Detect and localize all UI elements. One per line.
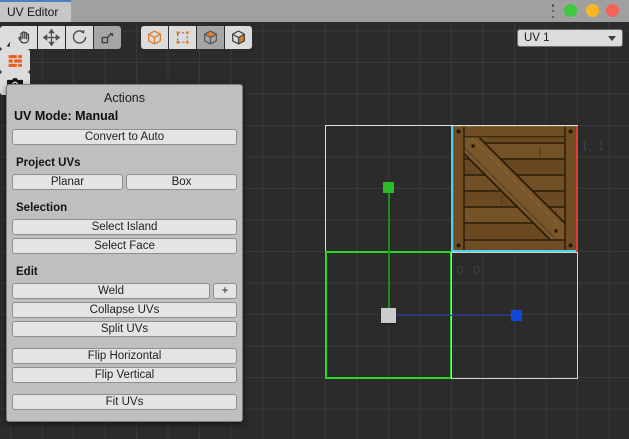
window-title: UV Editor — [7, 5, 58, 19]
element-mode-button[interactable] — [225, 26, 252, 49]
planar-button[interactable]: Planar — [12, 174, 123, 190]
gizmo-center-handle[interactable] — [381, 308, 396, 323]
wireframe-cube-icon — [145, 28, 164, 47]
split-uvs-button[interactable]: Split UVs — [12, 321, 237, 337]
bricks-icon — [5, 51, 25, 71]
kebab-menu-icon[interactable] — [549, 3, 557, 19]
nav-tool-group — [10, 26, 121, 49]
cube-side-face-icon — [229, 28, 248, 47]
move-tool-button[interactable] — [38, 26, 65, 49]
weld-options-button[interactable]: + — [213, 283, 237, 299]
flip-horizontal-button[interactable]: Flip Horizontal — [12, 348, 237, 364]
selection-label: Selection — [16, 202, 237, 214]
fit-uvs-button[interactable]: Fit UVs — [12, 394, 237, 410]
select-island-button[interactable]: Select Island — [12, 219, 237, 235]
vertex-mode-button[interactable] — [141, 26, 168, 49]
gizmo-y-axis-line — [388, 191, 390, 315]
pan-tool-button[interactable] — [10, 26, 37, 49]
titlebar: UV Editor — [0, 0, 629, 22]
select-face-button[interactable]: Select Face — [12, 238, 237, 254]
mode-tool-group — [141, 26, 252, 49]
uv-channel-value: UV 1 — [524, 32, 550, 44]
face-mode-button[interactable] — [197, 26, 224, 49]
coord-label-origin: 0, 0 — [457, 263, 481, 277]
collapse-uvs-button[interactable]: Collapse UVs — [12, 302, 237, 318]
rotate-tool-button[interactable] — [66, 26, 93, 49]
uv-mode-label: UV Mode: Manual — [14, 109, 237, 123]
scale-tool-button[interactable] — [94, 26, 121, 49]
gizmo-x-handle[interactable] — [511, 310, 522, 321]
cube-top-face-icon — [201, 28, 220, 47]
chevron-down-icon — [608, 36, 616, 41]
box-button[interactable]: Box — [126, 174, 237, 190]
uv-channel-dropdown[interactable]: UV 1 — [517, 29, 623, 47]
convert-to-auto-button[interactable]: Convert to Auto — [12, 129, 237, 145]
texture-preview-button[interactable] — [0, 49, 30, 72]
scale-box-arrow-icon — [98, 28, 117, 47]
rotate-arrow-icon — [70, 28, 89, 47]
hand-icon — [14, 28, 33, 47]
move-arrows-icon — [42, 28, 61, 47]
red-dot-button[interactable] — [606, 4, 619, 17]
dashed-selection-icon — [173, 28, 192, 47]
crate-texture[interactable] — [452, 125, 577, 252]
edge-mode-button[interactable] — [169, 26, 196, 49]
uv-seam-right-red — [576, 125, 579, 252]
project-uvs-label: Project UVs — [16, 157, 237, 169]
toolbar: UV 1 — [0, 26, 629, 52]
gizmo-y-handle[interactable] — [383, 182, 394, 193]
edit-label: Edit — [16, 266, 237, 278]
gizmo-x-axis-line — [396, 315, 514, 317]
tab-uv-editor[interactable]: UV Editor — [0, 0, 71, 22]
uv-edge-top-gray — [451, 125, 578, 127]
flip-vertical-button[interactable]: Flip Vertical — [12, 367, 237, 383]
green-dot-button[interactable] — [564, 4, 577, 17]
actions-panel: Actions UV Mode: Manual Convert to Auto … — [6, 84, 243, 422]
yellow-dot-button[interactable] — [586, 4, 599, 17]
coord-label-unit: 1, 1 — [581, 139, 605, 153]
panel-title: Actions — [12, 91, 237, 105]
uv-seam-left-blue — [451, 125, 453, 253]
weld-button[interactable]: Weld — [12, 283, 210, 299]
uv-canvas[interactable]: UV 1 — [0, 22, 629, 439]
